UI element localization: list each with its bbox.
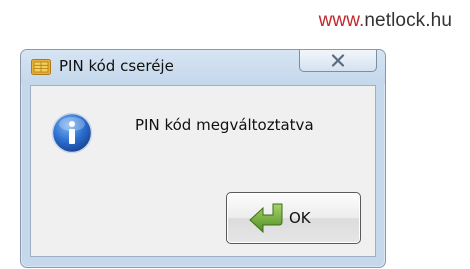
dialog-message: PIN kód megváltoztatva <box>135 116 314 134</box>
close-button[interactable] <box>299 50 377 72</box>
green-arrow-icon <box>249 203 285 234</box>
pin-change-dialog: PIN kód cseréje PIN kód megváltoztatva O… <box>20 49 386 268</box>
smartcard-chip-icon <box>31 59 51 75</box>
brand-name: netlock <box>364 10 426 31</box>
page: www.netlock.hu PIN kód cseréje PIN kód m… <box>0 0 470 269</box>
close-icon <box>331 54 345 67</box>
dialog-titlebar[interactable]: PIN kód cseréje <box>21 50 385 84</box>
ok-button[interactable]: OK <box>226 192 361 244</box>
ok-button-label: OK <box>289 209 311 227</box>
dialog-body: PIN kód megváltoztatva OK <box>30 85 376 257</box>
netlock-brand-url: www.netlock.hu <box>319 10 452 32</box>
info-icon <box>51 112 93 154</box>
brand-suffix: .hu <box>425 10 452 31</box>
brand-prefix: www. <box>318 10 365 31</box>
dialog-title: PIN kód cseréje <box>59 57 174 75</box>
